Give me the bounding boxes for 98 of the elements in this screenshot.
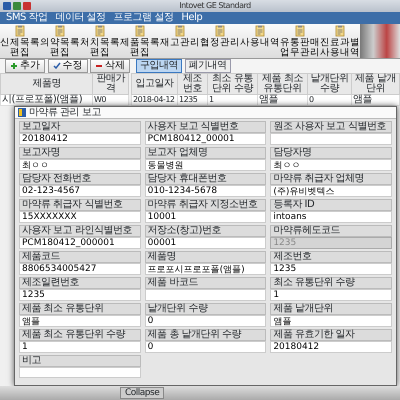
field-label: 비고 [19, 355, 141, 367]
input-field[interactable]: PCM180412_00001 [144, 133, 266, 145]
clipboard-icon [254, 25, 266, 37]
input-field[interactable]: 8806534005427 [19, 263, 141, 275]
action-button[interactable]: 수정 [48, 59, 88, 73]
field-label: 보고자명 [19, 147, 141, 159]
action-button[interactable]: 추가 [5, 59, 45, 73]
input-field[interactable] [144, 289, 266, 301]
field-label: 제품 바코드 [144, 277, 266, 289]
field-label: 제조일련번호 [19, 277, 141, 289]
plus-icon [10, 62, 18, 70]
toolbar-button[interactable]: 협정관리 [200, 24, 240, 49]
remark-field[interactable] [19, 367, 141, 378]
input-field[interactable]: 1235 [19, 289, 141, 301]
toolbar-button[interactable]: 처치목록편집 [80, 24, 120, 59]
input-field[interactable]: 동물병원 [144, 159, 266, 171]
field-label: 낱개단위 수량 [144, 303, 266, 315]
field-label: 제품명 [144, 251, 266, 263]
input-field[interactable]: 15XXXXXXX [19, 211, 141, 223]
input-field[interactable]: 02-123-4567 [19, 185, 141, 197]
menu-item[interactable]: 데이터 설정 [56, 13, 106, 23]
toolbar-button[interactable]: 신제목록편집 [0, 24, 40, 59]
banner-image [360, 24, 400, 58]
dialog-title: 마약류 관리 보고 [29, 108, 101, 118]
app-icon [18, 108, 26, 117]
check-icon [52, 62, 60, 70]
field-label: 원조 사용자 보고 식별번호 [270, 121, 392, 133]
input-field[interactable]: 1 [270, 289, 392, 301]
field-label: 제품 낱개단위 [270, 303, 392, 315]
field-label: 제조번호 [270, 251, 392, 263]
toolbar-button[interactable]: 의약목록편집 [40, 24, 80, 59]
input-field[interactable]: 0 [144, 341, 266, 353]
field-label: 사용자 보고 라인식별번호 [19, 225, 141, 237]
field-label: 제품 최소 유통단위 [19, 303, 141, 315]
field-label: 제품 유효기한 일자 [270, 329, 392, 341]
column-header: 판매가격 [92, 74, 128, 94]
input-field[interactable]: 00001 [144, 237, 266, 249]
input-field[interactable]: 앰플 [270, 315, 392, 327]
column-header: 최소 유통단위 수량 [208, 74, 258, 94]
input-field[interactable]: PCM180412_000001 [19, 237, 141, 249]
tab[interactable]: 폐기내역 [184, 59, 230, 73]
clipboard-icon [14, 25, 26, 37]
input-field[interactable]: 10001 [144, 211, 266, 223]
menu-item[interactable]: Help [181, 13, 202, 23]
input-field[interactable]: (주)유비벳텍스 [270, 185, 392, 197]
toolbar-button[interactable]: 사용내역 [240, 24, 280, 49]
input-field[interactable]: 20180412 [270, 341, 392, 353]
input-field[interactable]: intoans [270, 211, 392, 223]
input-field[interactable]: 20180412 [19, 133, 141, 145]
clipboard-icon [54, 25, 66, 37]
field-label: 저장소(창고)번호 [144, 225, 266, 237]
field-label: 담당자 휴대폰번호 [144, 173, 266, 185]
field-label: 최소 유통단위 수량 [270, 277, 392, 289]
column-header: 제품 최소 유통단위 [258, 74, 308, 94]
toolbar-button[interactable]: 재고관리 [160, 24, 200, 49]
column-header: 낱개단위 수량 [308, 74, 352, 94]
input-field[interactable]: 1235 [270, 263, 392, 275]
toolbar-button[interactable]: 진료과별 사용내역 [320, 24, 360, 59]
bottom-tab[interactable]: Collapse [120, 387, 164, 399]
input-field[interactable] [270, 133, 392, 145]
clipboard-icon [214, 25, 226, 37]
field-label: 제품 최소 유통단위 수량 [19, 329, 141, 341]
clipboard-icon [294, 25, 306, 37]
column-header: 입고일자 [132, 74, 178, 94]
column-header: 제품 낱개단위 [352, 74, 400, 94]
field-label: 마약류 취급자 지정소번호 [144, 199, 266, 211]
field-label: 마약류헤도코드 [270, 225, 392, 237]
input-field[interactable]: 최ㅇㅇ [19, 159, 141, 171]
field-label: 등록자 ID [270, 199, 392, 211]
input-field[interactable]: 010-1234-5678 [144, 185, 266, 197]
window-title: Intovet GE Standard [178, 1, 252, 11]
field-label: 제품코드 [19, 251, 141, 263]
input-field[interactable]: 앰플 [19, 315, 141, 327]
field-label: 담당자명 [270, 147, 392, 159]
clipboard-icon [334, 25, 346, 37]
clipboard-icon [94, 25, 106, 37]
field-label: 사용자 보고 식별번호 [144, 121, 266, 133]
input-field[interactable]: 0 [144, 315, 266, 327]
field-label: 제품 총 낱개단위 수량 [144, 329, 266, 341]
clipboard-icon [174, 25, 186, 37]
menu-item[interactable]: SMS 작업 [6, 13, 48, 23]
input-field[interactable]: 최ㅇㅇ [270, 159, 392, 171]
action-button[interactable]: 삭제 [90, 59, 130, 73]
input-field[interactable]: 프로포시프로포폴(앰플) [144, 263, 266, 275]
column-header: 제품명 [0, 74, 92, 94]
field-label: 보고일자 [19, 121, 141, 133]
column-header: 제조번호 [178, 74, 208, 94]
input-field[interactable]: 1 [19, 341, 141, 353]
tab[interactable]: 구입내역 [136, 59, 182, 73]
field-label: 마약류 취급자 업체명 [270, 173, 392, 185]
clipboard-icon [134, 25, 146, 37]
field-label: 담당자 전화번호 [19, 173, 141, 185]
menu-item[interactable]: 프로그램 설정 [114, 13, 174, 23]
minus-icon [95, 62, 103, 70]
toolbar-button[interactable]: 유통판매 업무관리 [280, 24, 320, 59]
toolbar-button[interactable]: 제품목록편집 [120, 24, 160, 59]
field-label: 마약류 취급자 식별번호 [19, 199, 141, 211]
field-label: 보고자 업체명 [144, 147, 266, 159]
